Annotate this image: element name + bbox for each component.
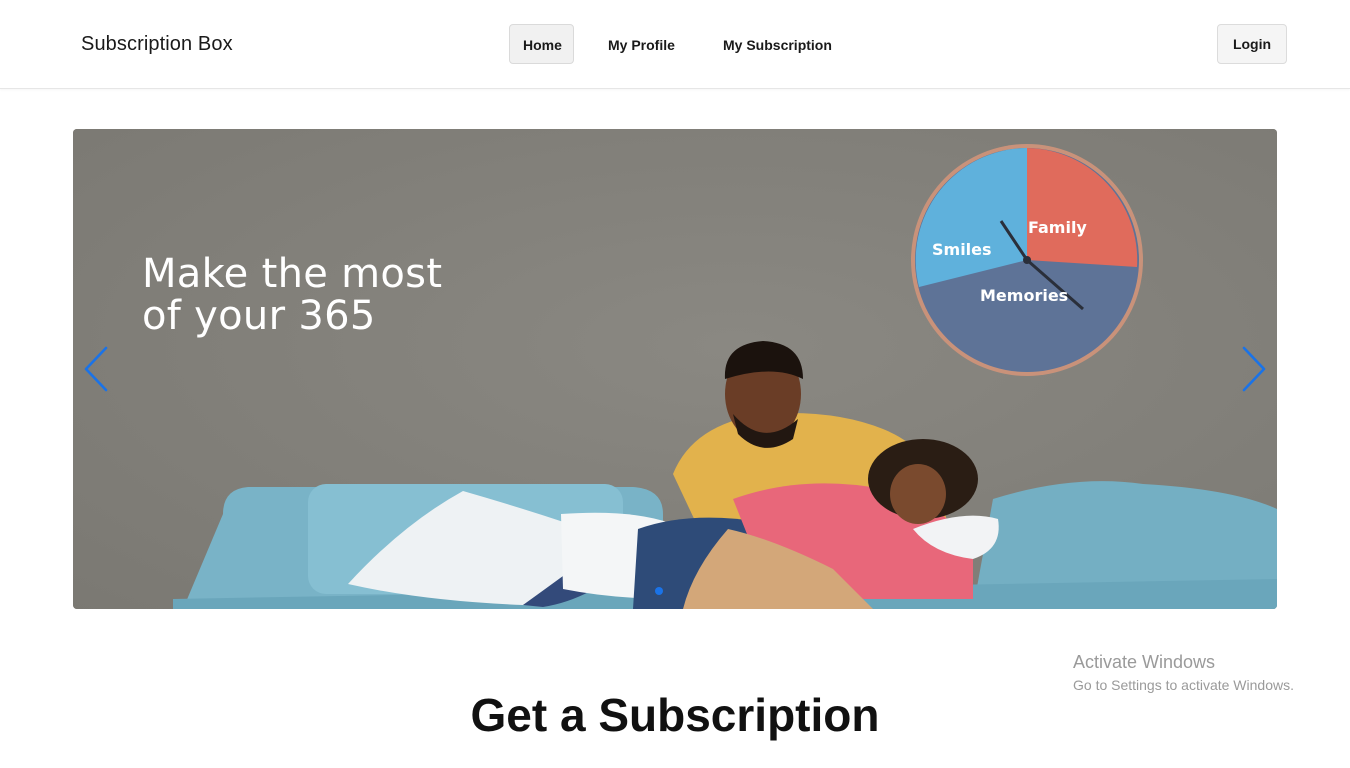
clock-graphic [911, 144, 1143, 376]
login-button[interactable]: Login [1217, 24, 1287, 64]
hero-carousel: Family Smiles Memories Make the most of … [73, 129, 1277, 609]
watermark-title: Activate Windows [1073, 652, 1216, 672]
clock-label-smiles: Smiles [932, 240, 992, 259]
carousel-indicator-1[interactable] [655, 587, 663, 595]
nav-link-my-profile[interactable]: My Profile [594, 24, 689, 64]
clock-label-family: Family [1028, 218, 1087, 237]
brand-logo[interactable]: Subscription Box [81, 33, 233, 56]
chevron-left-icon [84, 346, 108, 392]
headline-line-1: Make the most [142, 251, 443, 297]
headline-line-2: of your 365 [142, 293, 376, 339]
section-title: Get a Subscription [470, 689, 880, 741]
nav-link-my-subscription[interactable]: My Subscription [709, 24, 846, 64]
family-photo: Family Smiles Memories [73, 129, 1277, 609]
carousel-indicators [73, 587, 1277, 597]
slide-headline: Make the most of your 365 [142, 253, 442, 337]
carousel-prev-button[interactable] [73, 334, 119, 404]
carousel-slide: Family Smiles Memories Make the most of … [73, 129, 1277, 609]
carousel-next-button[interactable] [1231, 334, 1277, 404]
clock-label-memories: Memories [980, 286, 1068, 305]
top-navbar: Subscription Box Home My Profile My Subs… [0, 0, 1350, 89]
nav-link-home[interactable]: Home [509, 24, 574, 64]
chevron-right-icon [1242, 346, 1266, 392]
